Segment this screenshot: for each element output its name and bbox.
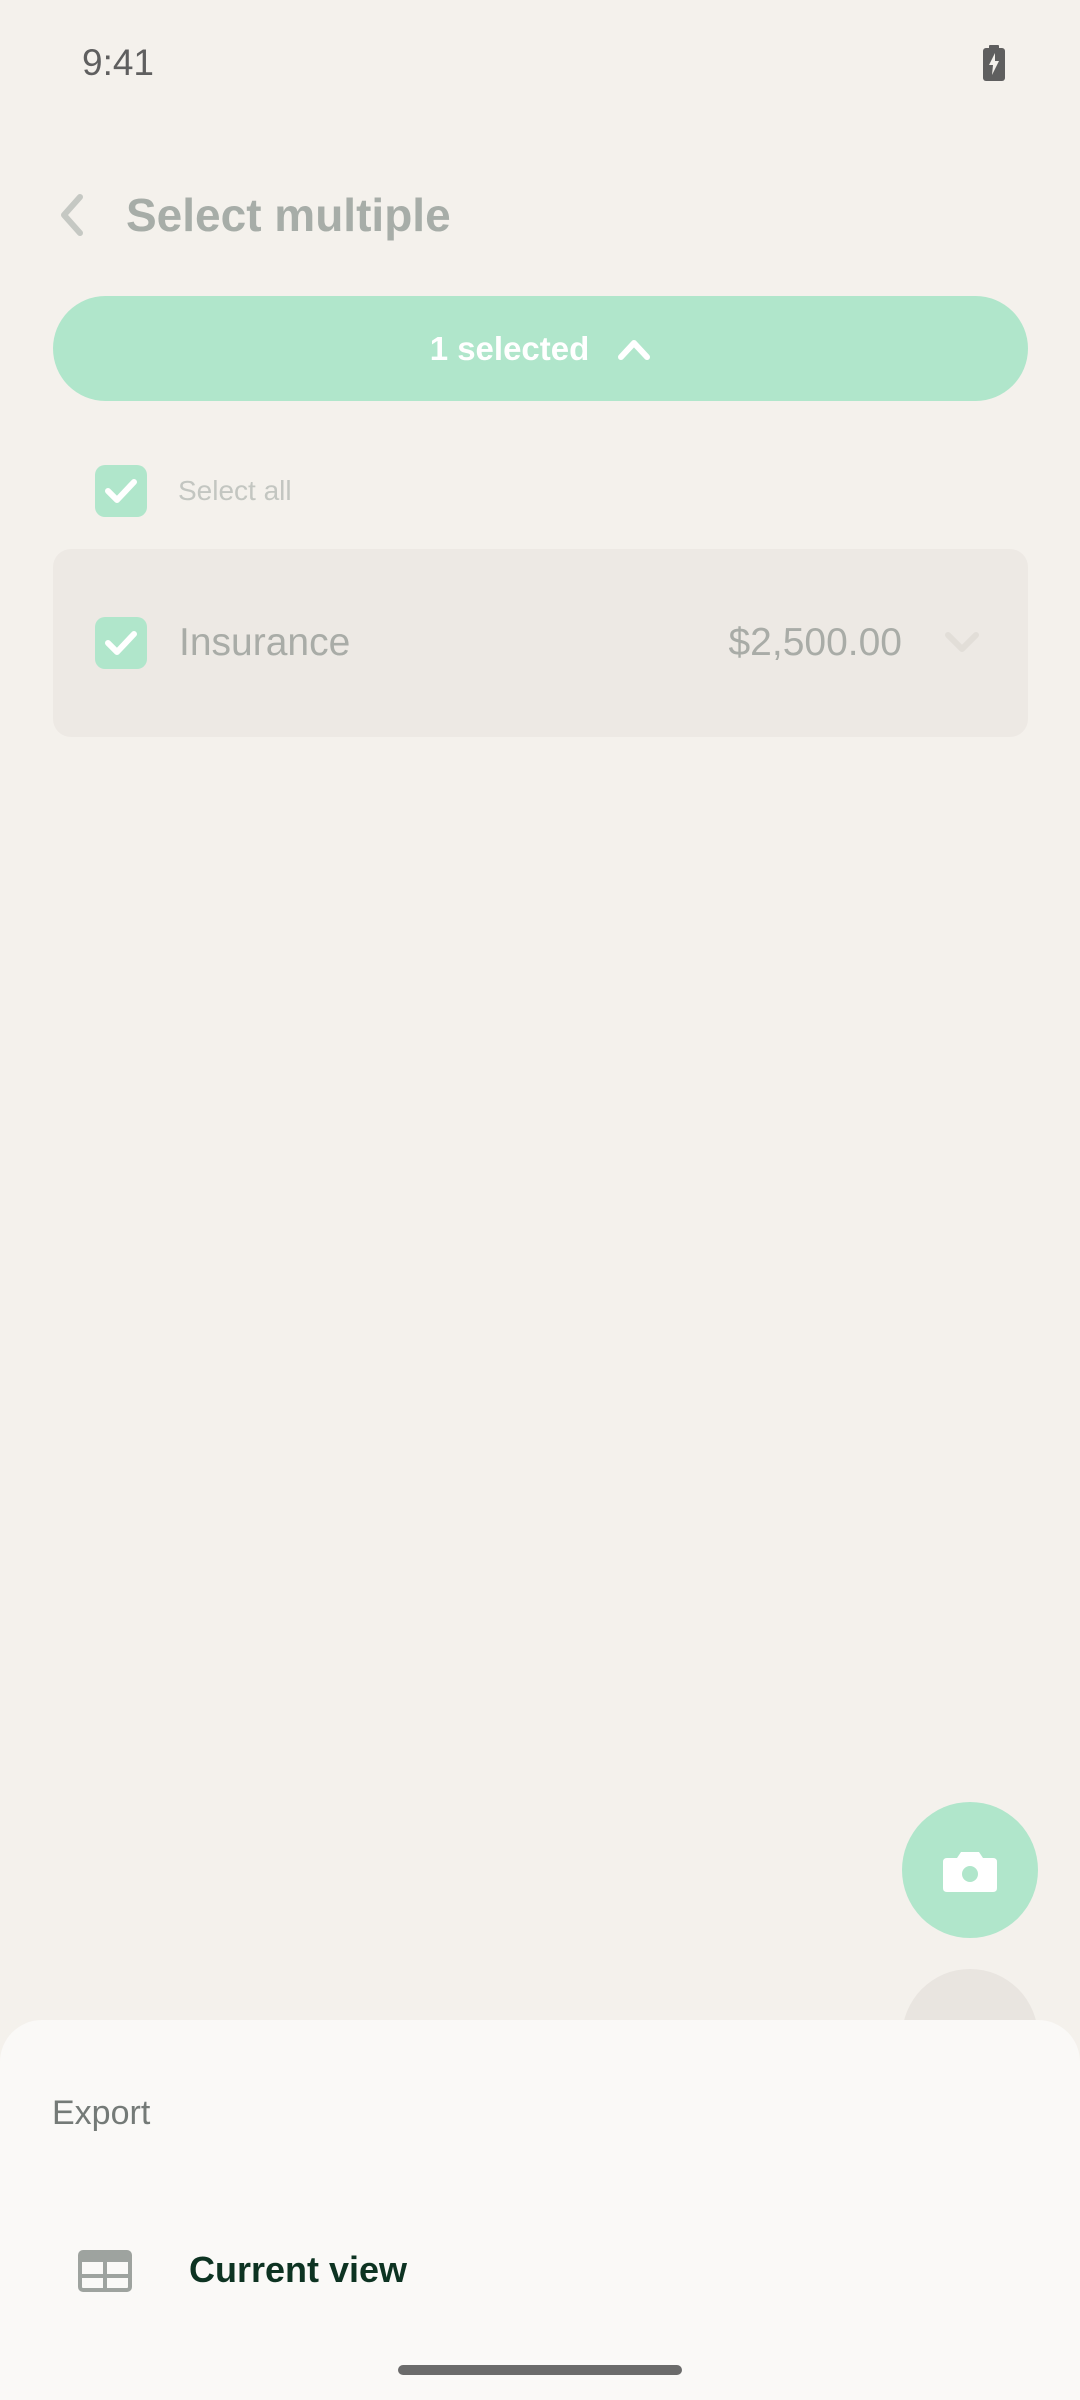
chevron-down-icon[interactable]: [942, 627, 982, 659]
item-checkbox[interactable]: [95, 617, 147, 669]
status-bar: 9:41: [0, 0, 1080, 125]
check-icon: [105, 479, 137, 503]
select-all-label: Select all: [178, 475, 292, 506]
export-bottom-sheet: Export Current view: [0, 2020, 1080, 2400]
sheet-title: Export: [52, 2094, 151, 2132]
export-current-view-option[interactable]: Current view: [0, 2210, 1080, 2330]
table-icon: [78, 2250, 132, 2292]
check-icon: [105, 631, 137, 655]
camera-button[interactable]: [902, 1802, 1038, 1938]
page-title: Select multiple: [126, 189, 451, 241]
chevron-left-icon: [61, 194, 83, 236]
select-all-row[interactable]: Select all: [95, 465, 292, 517]
selection-count-label: 1 selected: [429, 329, 590, 367]
option-label: Current view: [189, 2249, 408, 2290]
list-item[interactable]: Insurance $2,500.00: [53, 549, 1028, 737]
status-time: 9:41: [82, 42, 155, 83]
item-amount: $2,500.00: [728, 621, 902, 664]
camera-icon: [943, 1852, 997, 1892]
battery-charging-icon: [983, 45, 1005, 81]
back-button[interactable]: [38, 175, 106, 255]
item-label: Insurance: [179, 621, 351, 664]
home-indicator[interactable]: [398, 2365, 682, 2375]
selection-count-button[interactable]: 1 selected: [53, 296, 1028, 401]
app-bar: Select multiple: [0, 165, 1080, 265]
chevron-up-icon: [618, 339, 651, 360]
select-all-checkbox[interactable]: [95, 465, 147, 517]
